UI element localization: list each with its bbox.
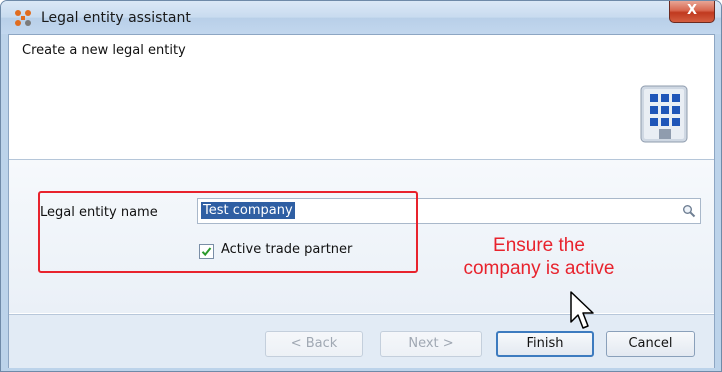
annotation-highlight-box bbox=[38, 191, 418, 273]
app-logo-icon bbox=[15, 10, 31, 26]
header-panel: Create a new legal entity bbox=[9, 35, 714, 160]
finish-button[interactable]: Finish bbox=[496, 331, 594, 357]
back-button[interactable]: < Back bbox=[265, 331, 363, 357]
search-icon[interactable] bbox=[682, 204, 696, 218]
header-text: Create a new legal entity bbox=[22, 43, 186, 58]
annotation-line-1: Ensure the bbox=[493, 235, 585, 256]
mouse-pointer-icon bbox=[570, 291, 594, 329]
annotation-line-2: company is active bbox=[463, 258, 615, 279]
title-bar[interactable]: Legal entity assistant X bbox=[1, 1, 721, 34]
building-icon bbox=[640, 85, 688, 143]
close-button[interactable]: X bbox=[669, 1, 715, 23]
window-title: Legal entity assistant bbox=[41, 10, 191, 26]
close-icon: X bbox=[686, 3, 698, 18]
annotation-text: Ensure the company is active bbox=[429, 234, 649, 280]
next-button[interactable]: Next > bbox=[380, 331, 482, 357]
dialog-window: Legal entity assistant X Create a new le… bbox=[0, 0, 722, 372]
cancel-button[interactable]: Cancel bbox=[606, 331, 695, 357]
dialog-content: Create a new legal entity Legal entity n… bbox=[8, 34, 715, 368]
button-bar: < Back Next > Finish Cancel bbox=[9, 314, 714, 368]
form-panel: Legal entity name Test company Active tr… bbox=[9, 160, 714, 313]
